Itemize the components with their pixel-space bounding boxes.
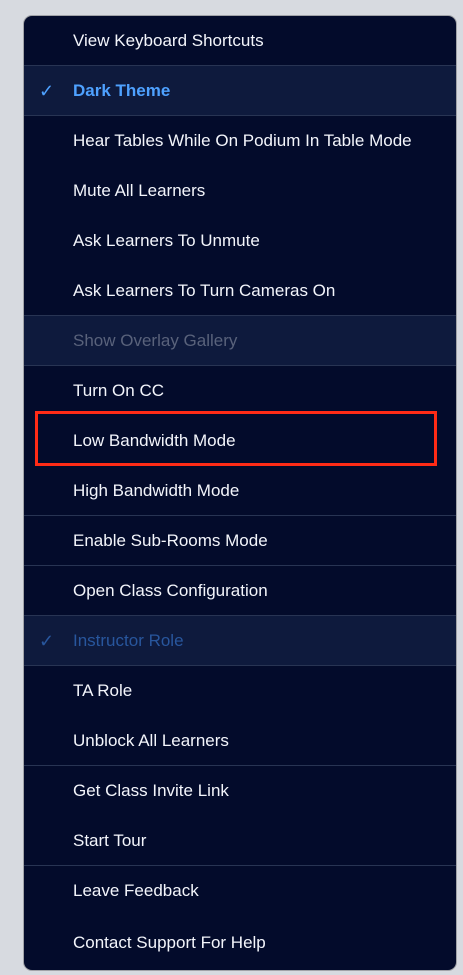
menu-item-show-overlay-gallery: Show Overlay Gallery [24,316,456,366]
menu-item-label: Hear Tables While On Podium In Table Mod… [73,131,412,150]
menu-item-label: Ask Learners To Unmute [73,231,260,250]
menu-item-enable-sub-rooms[interactable]: Enable Sub-Rooms Mode [24,516,456,566]
menu-item-label: Instructor Role [73,631,184,650]
screenshot-frame: View Keyboard Shortcuts ✓ Dark Theme Hea… [0,0,463,975]
menu-item-turn-on-cc[interactable]: Turn On CC [24,366,456,416]
menu-item-open-class-configuration[interactable]: Open Class Configuration [24,566,456,616]
menu-item-label: Get Class Invite Link [73,781,229,800]
menu-item-label: Ask Learners To Turn Cameras On [73,281,336,300]
menu-item-ask-learners-cameras[interactable]: Ask Learners To Turn Cameras On [24,266,456,316]
menu-item-high-bandwidth-mode[interactable]: High Bandwidth Mode [24,466,456,516]
menu-item-hear-tables[interactable]: Hear Tables While On Podium In Table Mod… [24,116,456,166]
menu-item-label: View Keyboard Shortcuts [73,31,264,50]
menu-item-unblock-all-learners[interactable]: Unblock All Learners [24,716,456,766]
menu-item-low-bandwidth-mode[interactable]: Low Bandwidth Mode [24,416,456,466]
menu-item-get-class-invite-link[interactable]: Get Class Invite Link [24,766,456,816]
menu-item-start-tour[interactable]: Start Tour [24,816,456,866]
menu-item-leave-feedback[interactable]: Leave Feedback [24,866,456,916]
menu-item-dark-theme[interactable]: ✓ Dark Theme [24,66,456,116]
menu-item-label: Start Tour [73,831,147,850]
menu-item-label: Show Overlay Gallery [73,331,238,350]
menu-item-contact-support[interactable]: Contact Support For Help [24,918,456,968]
menu-item-label: Leave Feedback [73,881,199,900]
menu-item-label: Turn On CC [73,381,165,400]
context-menu: View Keyboard Shortcuts ✓ Dark Theme Hea… [24,16,456,970]
menu-item-view-keyboard-shortcuts[interactable]: View Keyboard Shortcuts [24,16,456,66]
menu-item-label: Low Bandwidth Mode [73,431,236,450]
menu-item-label: Contact Support For Help [73,933,266,952]
menu-item-label: Mute All Learners [73,181,206,200]
menu-item-label: High Bandwidth Mode [73,481,240,500]
checkmark-icon: ✓ [39,631,55,651]
menu-item-label: Unblock All Learners [73,731,229,750]
menu-item-label: TA Role [73,681,133,700]
menu-item-ta-role[interactable]: TA Role [24,666,456,716]
checkmark-icon: ✓ [39,81,55,101]
menu-item-label: Enable Sub-Rooms Mode [73,531,268,550]
menu-item-ask-learners-unmute[interactable]: Ask Learners To Unmute [24,216,456,266]
menu-item-label: Open Class Configuration [73,581,268,600]
menu-item-label: Dark Theme [73,81,171,100]
menu-item-mute-all-learners[interactable]: Mute All Learners [24,166,456,216]
menu-item-instructor-role: ✓ Instructor Role [24,616,456,666]
